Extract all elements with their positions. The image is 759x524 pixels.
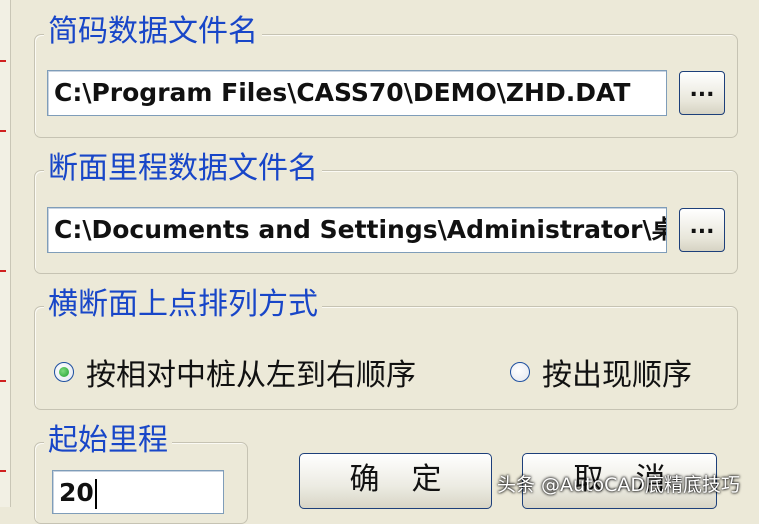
edge-mark [0,380,6,382]
left-edge-strip [0,0,11,507]
watermark: 头条 @AutoCAD底精底技巧 [497,474,741,496]
ok-button[interactable]: 确定 [299,453,492,509]
edge-mark [0,270,6,272]
radio-left-to-right-indicator[interactable] [54,362,74,382]
mileage-file-browse-button[interactable]: ... [679,208,725,252]
point-order-legend: 横断面上点排列方式 [44,287,322,323]
edge-mark [0,60,6,62]
start-mileage-input[interactable]: 20 [52,470,224,514]
radio-appearance-order-indicator[interactable] [510,362,530,382]
radio-selected-dot [59,367,69,377]
mileage-file-legend: 断面里程数据文件名 [44,151,322,187]
edge-mark [0,130,6,132]
text-cursor [94,479,97,509]
radio-left-to-right-label[interactable]: 按相对中桩从左到右顺序 [86,350,416,394]
start-mileage-value: 20 [59,478,94,507]
radio-appearance-order-label[interactable]: 按出现顺序 [542,350,692,394]
coded-file-path-input[interactable]: C:\Program Files\CASS70\DEMO\ZHD.DAT [47,70,667,116]
edge-mark [0,470,6,472]
radio-left-to-right[interactable]: 按相对中桩从左到右顺序 [54,350,416,394]
coded-file-legend: 简码数据文件名 [44,14,262,50]
radio-appearance-order[interactable]: 按出现顺序 [510,350,692,394]
coded-file-browse-button[interactable]: ... [679,71,725,115]
start-mileage-legend: 起始里程 [44,423,172,459]
mileage-file-path-input[interactable]: C:\Documents and Settings\Administrator\… [47,207,667,253]
